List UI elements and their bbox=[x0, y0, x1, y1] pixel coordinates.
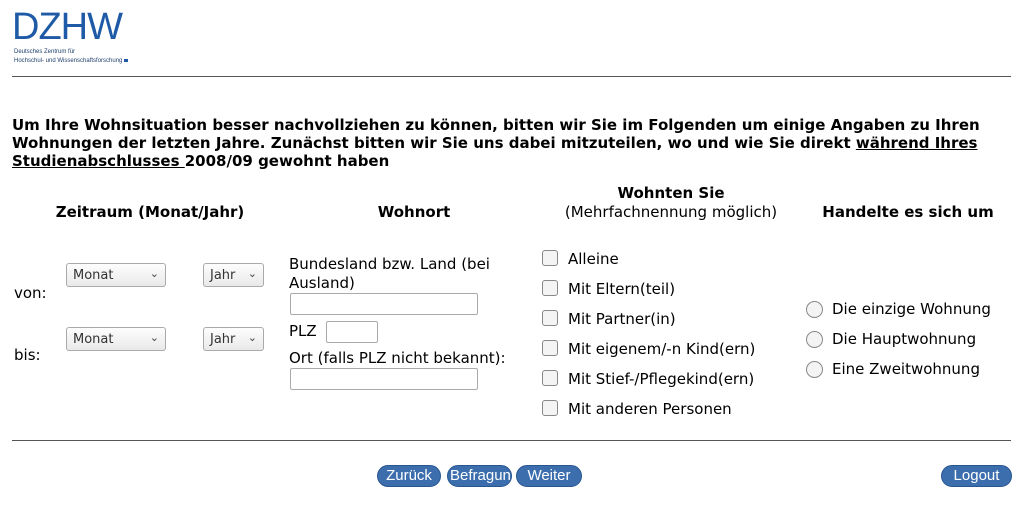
option-label: Die Hauptwohnung bbox=[832, 330, 977, 348]
von-jahr-select[interactable]: Jahr ⌄ bbox=[203, 263, 264, 287]
bundesland-label: Bundesland bzw. Land (bei Ausland) bbox=[289, 255, 490, 292]
option-label: Eine Zweitwohnung bbox=[832, 360, 980, 378]
checkbox-partner[interactable] bbox=[542, 310, 558, 326]
checkbox-kind[interactable] bbox=[542, 340, 558, 356]
column-header-zeitraum: Zeitraum (Monat/Jahr) bbox=[55, 203, 245, 221]
logo-line-2: Hochschul- und Wissenschaftsforschung bbox=[14, 57, 129, 66]
chevron-down-icon: ⌄ bbox=[149, 331, 159, 344]
radio-einzige-wohnung[interactable] bbox=[806, 301, 823, 318]
option-label: Mit Stief-/Pflegekind(ern) bbox=[568, 370, 755, 388]
logo-line-1: Deutsches Zentrum für bbox=[14, 49, 76, 55]
column-subheader-wohnten: (Mehrfachnennung möglich) bbox=[564, 203, 778, 221]
column-header-handelte: Handelte es sich um bbox=[822, 203, 994, 221]
bis-label: bis: bbox=[14, 346, 41, 364]
ort-input[interactable] bbox=[290, 368, 478, 390]
weiter-button[interactable]: Weiter bbox=[516, 465, 582, 487]
plz-input[interactable] bbox=[326, 321, 378, 343]
question-text: Um Ihre Wohnsituation besser nachvollzie… bbox=[12, 116, 980, 170]
top-divider bbox=[12, 76, 1011, 77]
option-label: Die einzige Wohnung bbox=[832, 300, 991, 318]
logo-dot-icon bbox=[124, 59, 129, 62]
option-label: Mit Partner(in) bbox=[568, 310, 676, 328]
checkbox-pflegekind[interactable] bbox=[542, 370, 558, 386]
zurueck-button[interactable]: Zurück bbox=[377, 465, 441, 487]
chevron-down-icon: ⌄ bbox=[247, 331, 257, 344]
chevron-down-icon: ⌄ bbox=[247, 267, 257, 280]
logo-subtitle: Deutsches Zentrum für Hochschul- und Wis… bbox=[14, 48, 129, 66]
bottom-divider bbox=[12, 440, 1011, 441]
option-label: Mit Eltern(teil) bbox=[568, 280, 676, 298]
plz-label: PLZ bbox=[289, 322, 317, 340]
bis-monat-select[interactable]: Monat ⌄ bbox=[66, 327, 166, 351]
ort-label: Ort (falls PLZ nicht bekannt): bbox=[289, 349, 506, 367]
checkbox-andere[interactable] bbox=[542, 400, 558, 416]
column-header-wohnten: Wohnten Sie bbox=[617, 184, 725, 202]
radio-hauptwohnung[interactable] bbox=[806, 331, 823, 348]
radio-zweitwohnung[interactable] bbox=[806, 361, 823, 378]
option-label: Alleine bbox=[568, 250, 619, 268]
bundesland-input[interactable] bbox=[290, 293, 478, 315]
von-label: von: bbox=[14, 284, 47, 302]
dzhw-logo: DZHW Deutsches Zentrum für Hochschul- un… bbox=[12, 8, 152, 68]
befragung-button[interactable]: Befragung bbox=[447, 465, 512, 487]
option-label: Mit eigenem/-n Kind(ern) bbox=[568, 340, 756, 358]
checkbox-eltern[interactable] bbox=[542, 280, 558, 296]
von-monat-select[interactable]: Monat ⌄ bbox=[66, 263, 166, 287]
checkbox-alleine[interactable] bbox=[542, 250, 558, 266]
option-label: Mit anderen Personen bbox=[568, 400, 732, 418]
column-header-wohnort: Wohnort bbox=[377, 203, 451, 221]
chevron-down-icon: ⌄ bbox=[149, 267, 159, 280]
logo-wordmark: DZHW bbox=[12, 6, 123, 48]
logout-button[interactable]: Logout bbox=[941, 465, 1012, 487]
bis-jahr-select[interactable]: Jahr ⌄ bbox=[203, 327, 264, 351]
